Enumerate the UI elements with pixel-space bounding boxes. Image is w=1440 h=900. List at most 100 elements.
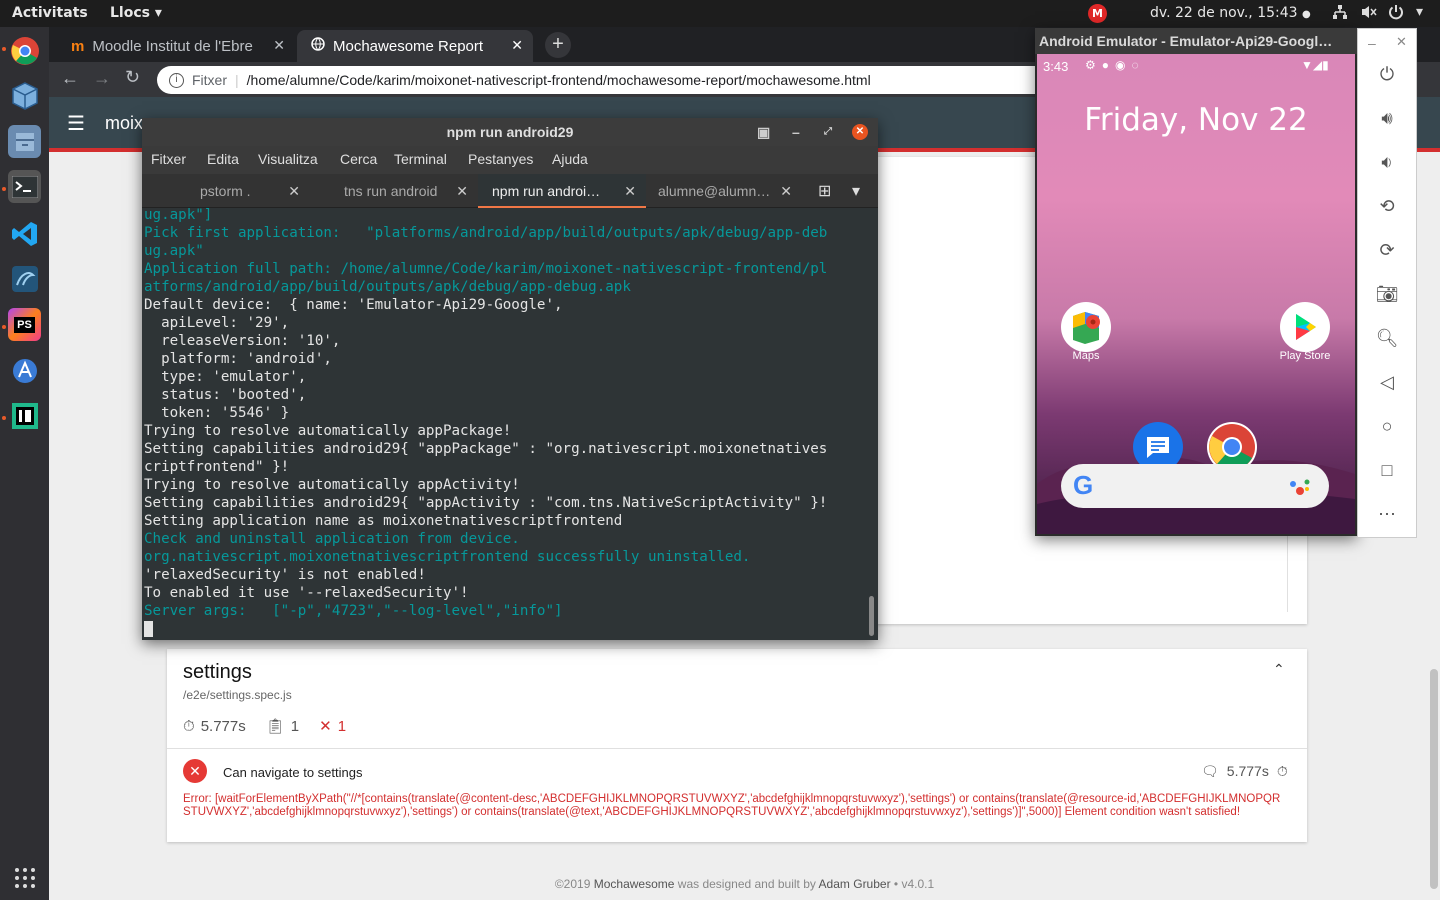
close-icon[interactable]: ✕ xyxy=(273,37,285,54)
camera-icon[interactable]: 📷︎ xyxy=(1372,279,1402,309)
terminal-title: npm run android29 xyxy=(446,124,574,140)
app-grid-icon[interactable] xyxy=(8,861,41,894)
close-icon[interactable]: ✕ xyxy=(852,124,868,140)
terminal-line: Setting capabilities android29{ "appActi… xyxy=(144,495,828,511)
tab-moodle[interactable]: m Moodle Institut de l'Ebre ✕ xyxy=(57,30,295,62)
menu-terminal[interactable]: Terminal xyxy=(394,151,447,167)
menu-visualitza[interactable]: Visualitza xyxy=(258,151,318,167)
network-icon[interactable] xyxy=(1332,4,1348,24)
test-duration: 5.777s xyxy=(1226,763,1269,779)
more-icon[interactable]: ⋯ xyxy=(1372,499,1402,529)
google-logo-icon: G xyxy=(1073,470,1094,500)
vscode-icon[interactable] xyxy=(8,217,41,250)
terminal-line: org.nativescript.moixonetnativescriptfro… xyxy=(144,549,751,565)
terminal-tab-active[interactable]: npm run androi… ✕ xyxy=(478,174,646,208)
android-studio-icon[interactable] xyxy=(8,354,41,387)
zoom-icon[interactable]: 🔍︎ xyxy=(1372,323,1402,353)
volume-down-icon[interactable]: 🔉︎ xyxy=(1372,147,1402,177)
running-indicator xyxy=(2,416,6,420)
terminal-line: token: '5546' } xyxy=(144,405,290,421)
back-arrow-icon[interactable]: ← xyxy=(61,68,79,89)
terminal-line: Default device: { name: 'Emulator-Api29-… xyxy=(144,297,563,313)
close-icon[interactable]: ✕ xyxy=(624,174,636,208)
maps-label: Maps xyxy=(1072,350,1100,362)
close-icon[interactable]: ✕ xyxy=(511,37,523,54)
terminal-scrollbar[interactable] xyxy=(869,596,874,636)
rotate-left-icon[interactable]: ⟲ xyxy=(1372,191,1402,221)
assistant-icon[interactable] xyxy=(1289,478,1313,501)
maps-icon[interactable] xyxy=(1061,302,1111,352)
back-icon[interactable]: ◁ xyxy=(1372,367,1402,397)
intellij-icon[interactable] xyxy=(8,399,41,432)
reload-icon[interactable]: ↻ xyxy=(125,67,140,88)
files-icon[interactable] xyxy=(8,125,41,158)
places-menu[interactable]: Llocs ▾ xyxy=(110,5,162,21)
terminal-output[interactable]: ug.apk"] Pick first application: "platfor… xyxy=(144,206,868,640)
tab-mochawesome[interactable]: Mochawesome Report ✕ xyxy=(297,30,533,62)
google-search-bar[interactable]: G xyxy=(1061,464,1329,508)
address-bar[interactable]: i Fitxer | /home/alumne/Code/karim/moixo… xyxy=(157,66,1057,94)
maximize-icon[interactable]: ⤢ xyxy=(824,118,832,146)
close-icon[interactable]: ✕ xyxy=(780,174,792,208)
close-icon[interactable]: ✕ xyxy=(1396,34,1407,50)
test-title[interactable]: Can navigate to settings xyxy=(223,765,362,780)
chrome-icon[interactable] xyxy=(8,34,41,67)
menu-fitxer[interactable]: Fitxer xyxy=(151,151,186,167)
terminal-new-window-icon[interactable]: ▣ xyxy=(757,118,770,146)
new-tab-icon[interactable]: ⊞ xyxy=(818,181,831,201)
mysql-workbench-icon[interactable] xyxy=(8,262,41,295)
menu-pestanyes[interactable]: Pestanyes xyxy=(468,151,533,167)
clock-label: dv. 22 de nov., 15:43 xyxy=(1150,5,1298,21)
tab-label: pstorm . xyxy=(200,183,251,199)
chevron-down-icon[interactable]: ▾ xyxy=(1416,4,1423,20)
footer-author[interactable]: Adam Gruber xyxy=(819,877,891,891)
terminal-line: Server args: ["-p","4723","--log-level",… xyxy=(144,603,563,619)
terminal-tab[interactable]: alumne@alumn… ✕ xyxy=(646,174,802,208)
running-indicator xyxy=(2,187,6,191)
phpstorm-icon[interactable]: PS xyxy=(8,308,41,341)
forward-arrow-icon[interactable]: → xyxy=(93,68,111,89)
terminal-title-bar[interactable]: npm run android29 ▣ – ⤢ ✕ xyxy=(142,118,878,146)
menu-icon[interactable]: ☰ xyxy=(67,111,85,136)
volume-icon[interactable] xyxy=(1360,4,1378,24)
running-indicator xyxy=(2,47,6,51)
footer-built: was designed and built by xyxy=(677,877,816,891)
terminal-icon[interactable] xyxy=(8,170,41,203)
clipboard-icon: 📋︎ xyxy=(265,718,285,735)
volume-up-icon[interactable]: 🔊︎ xyxy=(1372,103,1402,133)
rotate-right-icon[interactable]: ⟳ xyxy=(1372,235,1402,265)
power-icon[interactable]: ⏻ xyxy=(1372,59,1402,89)
close-icon[interactable]: ✕ xyxy=(288,174,300,208)
android-screen[interactable]: 3:43 ⚙●◉◌ ▼◢▮ Friday, Nov 22 Maps Play S… xyxy=(1037,54,1355,534)
system-top-bar: Activitats Llocs ▾ M dv. 22 de nov., 15:… xyxy=(0,0,1440,27)
terminal-tab[interactable]: tns run android ✕ xyxy=(310,174,478,208)
minimize-icon[interactable]: – xyxy=(792,118,800,146)
page-scrollbar[interactable] xyxy=(1430,669,1438,889)
activities-button[interactable]: Activitats xyxy=(12,5,88,21)
menu-ajuda[interactable]: Ajuda xyxy=(552,151,588,167)
menu-cerca[interactable]: Cerca xyxy=(340,151,377,167)
overview-icon[interactable]: □ xyxy=(1372,455,1402,485)
close-icon[interactable]: ✕ xyxy=(456,174,468,208)
tab-label: Moodle Institut de l'Ebre xyxy=(92,37,253,55)
divider xyxy=(167,748,1307,749)
collapse-chevron-icon[interactable]: ⌃ xyxy=(1273,661,1285,678)
fail-x-icon: ✕ xyxy=(319,718,332,735)
play-store-icon[interactable] xyxy=(1280,302,1330,352)
info-icon[interactable]: i xyxy=(169,72,184,88)
emulator-title-bar[interactable]: Android Emulator - Emulator-Api29-Googl… xyxy=(1035,28,1357,54)
menu-edita[interactable]: Edita xyxy=(207,151,239,167)
terminal-tab[interactable]: pstorm . ✕ xyxy=(142,174,310,208)
clock[interactable]: dv. 22 de nov., 15:43 ● xyxy=(1150,5,1311,21)
home-icon[interactable]: ○ xyxy=(1372,411,1402,441)
virtualbox-icon[interactable] xyxy=(8,79,41,112)
terminal-menu-bar: Fitxer Edita Visualitza Cerca Terminal P… xyxy=(142,146,878,174)
power-menu-icon[interactable] xyxy=(1388,4,1404,24)
report-title: moix xyxy=(105,113,144,133)
footer-brand[interactable]: Mochawesome xyxy=(594,877,675,891)
new-tab-icon[interactable]: + xyxy=(545,32,571,58)
tab-label: Mochawesome Report xyxy=(333,37,484,55)
mail-indicator-icon[interactable]: M xyxy=(1088,4,1107,23)
minimize-icon[interactable]: – xyxy=(1368,35,1376,51)
tab-menu-chevron-icon[interactable]: ▾ xyxy=(852,181,860,201)
